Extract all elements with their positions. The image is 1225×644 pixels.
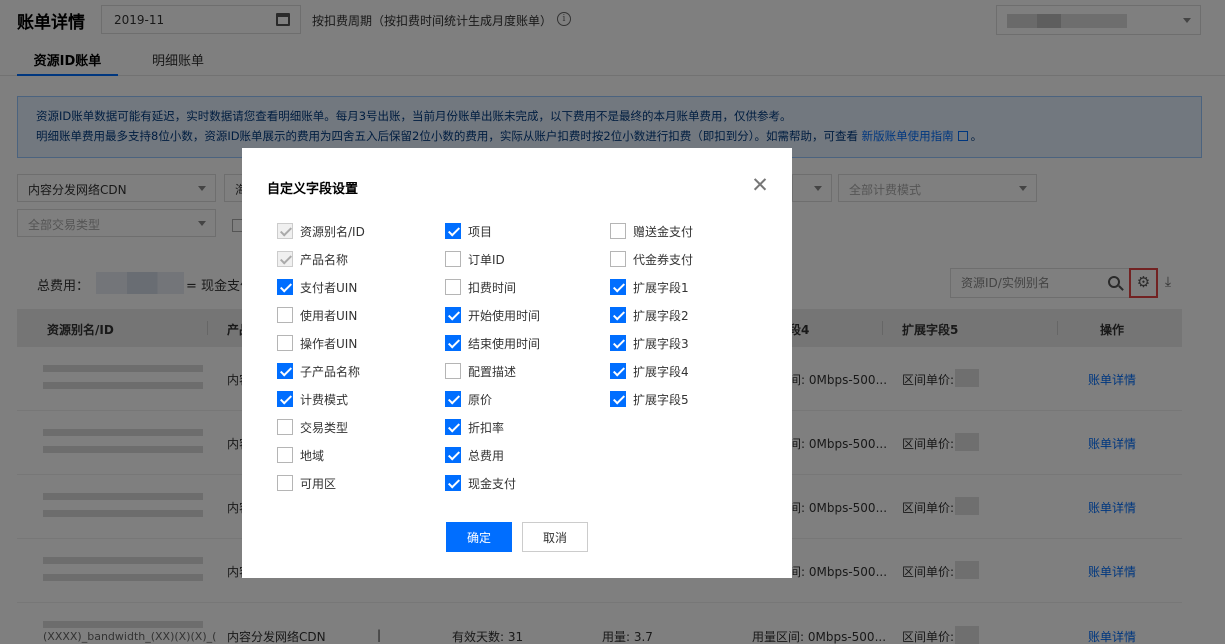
field-option[interactable]: 配置描述: [445, 362, 516, 380]
checkbox[interactable]: [445, 363, 461, 379]
checkbox-label: 扣费时间: [468, 280, 517, 295]
checkbox[interactable]: [610, 251, 626, 267]
cancel-button[interactable]: 取消: [522, 522, 588, 552]
checkbox[interactable]: [277, 391, 293, 407]
field-option[interactable]: 使用者UIN: [277, 306, 357, 324]
checkbox[interactable]: [445, 419, 461, 435]
close-icon[interactable]: ✕: [750, 175, 770, 196]
field-option[interactable]: 赠送金支付: [610, 222, 693, 240]
field-option[interactable]: 地域: [277, 446, 324, 464]
checkbox[interactable]: [277, 447, 293, 463]
checkbox-label: 结束使用时间: [468, 336, 541, 351]
checkbox[interactable]: [445, 251, 461, 267]
checkbox[interactable]: [445, 475, 461, 491]
checkbox-label: 操作者UIN: [300, 336, 358, 351]
field-option[interactable]: 现金支付: [445, 474, 516, 492]
checkbox[interactable]: [610, 363, 626, 379]
checkbox-label: 使用者UIN: [300, 308, 358, 323]
field-option[interactable]: 扩展字段2: [610, 306, 689, 324]
checkbox[interactable]: [277, 307, 293, 323]
field-option[interactable]: 可用区: [277, 474, 336, 492]
checkbox-label: 扩展字段1: [633, 280, 689, 295]
checkbox[interactable]: [610, 307, 626, 323]
field-option[interactable]: 结束使用时间: [445, 334, 540, 352]
custom-fields-dialog: 自定义字段设置 ✕ 资源别名/ID 产品名称支付者UIN 使用者UIN 操作者UIN 子…: [242, 148, 792, 578]
checkbox[interactable]: [610, 391, 626, 407]
checkbox-label: 折扣率: [468, 420, 505, 435]
checkbox[interactable]: [610, 223, 626, 239]
field-option[interactable]: 操作者UIN: [277, 334, 357, 352]
field-option[interactable]: 扩展字段1: [610, 278, 689, 296]
checkbox-label: 订单ID: [468, 252, 505, 267]
checkbox[interactable]: [445, 279, 461, 295]
checkbox[interactable]: [610, 279, 626, 295]
field-option[interactable]: 原价: [445, 390, 492, 408]
checkbox-label: 支付者UIN: [300, 280, 358, 295]
checkbox[interactable]: [445, 447, 461, 463]
checkbox-label: 扩展字段4: [633, 364, 689, 379]
checkbox[interactable]: [445, 391, 461, 407]
checkbox[interactable]: [277, 419, 293, 435]
checkbox-label: 现金支付: [468, 476, 517, 491]
checkbox[interactable]: [277, 279, 293, 295]
checkbox: [277, 251, 293, 267]
checkbox-label: 计费模式: [300, 392, 349, 407]
field-option[interactable]: 扩展字段5: [610, 390, 689, 408]
checkbox-label: 赠送金支付: [633, 224, 694, 239]
field-option[interactable]: 扣费时间: [445, 278, 516, 296]
checkbox-label: 配置描述: [468, 364, 517, 379]
field-option[interactable]: 扩展字段4: [610, 362, 689, 380]
field-option[interactable]: 总费用: [445, 446, 504, 464]
checkbox[interactable]: [445, 223, 461, 239]
checkbox: [277, 223, 293, 239]
checkbox-label: 交易类型: [300, 420, 349, 435]
checkbox-label: 扩展字段5: [633, 392, 689, 407]
field-option[interactable]: 扩展字段3: [610, 334, 689, 352]
confirm-button[interactable]: 确定: [446, 522, 512, 552]
field-option: 资源别名/ID: [277, 222, 365, 240]
dialog-title: 自定义字段设置: [267, 182, 359, 197]
field-option[interactable]: 订单ID: [445, 250, 505, 268]
checkbox[interactable]: [610, 335, 626, 351]
checkbox-label: 资源别名/ID: [300, 224, 365, 239]
field-option[interactable]: 折扣率: [445, 418, 504, 436]
checkbox[interactable]: [277, 363, 293, 379]
field-option[interactable]: 项目: [445, 222, 492, 240]
field-option[interactable]: 支付者UIN: [277, 278, 357, 296]
checkbox-label: 代金券支付: [633, 252, 694, 267]
checkbox-label: 可用区: [300, 476, 337, 491]
checkbox-label: 扩展字段3: [633, 336, 689, 351]
checkbox-label: 产品名称: [300, 252, 349, 267]
checkbox-label: 子产品名称: [300, 364, 361, 379]
checkbox[interactable]: [277, 335, 293, 351]
checkbox[interactable]: [277, 475, 293, 491]
field-option[interactable]: 代金券支付: [610, 250, 693, 268]
checkbox-label: 原价: [468, 392, 493, 407]
checkbox-label: 项目: [468, 224, 493, 239]
field-option[interactable]: 子产品名称: [277, 362, 360, 380]
field-option[interactable]: 计费模式: [277, 390, 348, 408]
checkbox[interactable]: [445, 307, 461, 323]
checkbox-label: 地域: [300, 448, 325, 463]
field-option: 产品名称: [277, 250, 348, 268]
checkbox-label: 扩展字段2: [633, 308, 689, 323]
checkbox[interactable]: [445, 335, 461, 351]
field-option[interactable]: 开始使用时间: [445, 306, 540, 324]
checkbox-label: 开始使用时间: [468, 308, 541, 323]
field-option[interactable]: 交易类型: [277, 418, 348, 436]
checkbox-label: 总费用: [468, 448, 505, 463]
